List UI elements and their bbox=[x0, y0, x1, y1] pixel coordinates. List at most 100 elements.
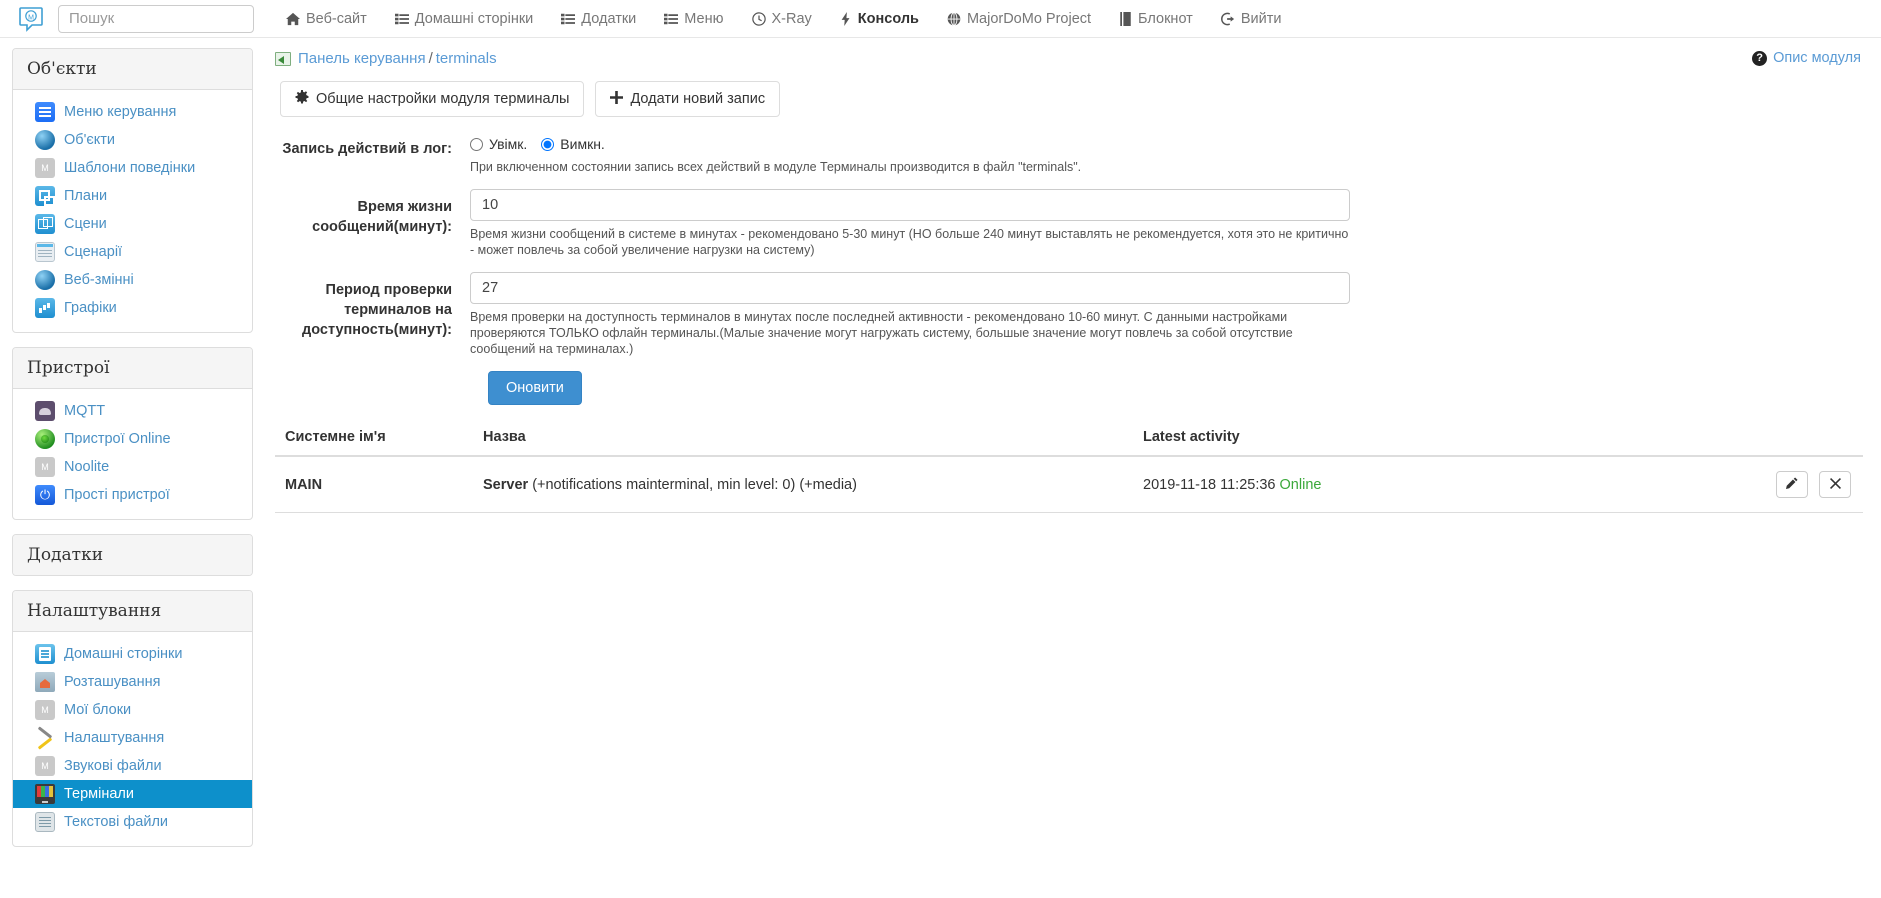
sidebar-panel-title[interactable]: Додатки bbox=[13, 535, 252, 575]
log-radio-on[interactable] bbox=[470, 137, 483, 151]
nav-label: Вийти bbox=[1240, 10, 1282, 27]
bolt-icon bbox=[840, 11, 852, 26]
sidebar-item-label: Пристрої Online bbox=[64, 431, 171, 447]
sidebar-item-plans[interactable]: Плани bbox=[13, 182, 252, 210]
module-description-link[interactable]: ? Опис модуля bbox=[1752, 50, 1861, 66]
sidebar-item-label: Сценарії bbox=[64, 244, 123, 260]
sidebar-panel-title[interactable]: Налаштування bbox=[13, 591, 252, 632]
nav-item-logout[interactable]: Вийти bbox=[1207, 11, 1296, 27]
sidebar-item-devices-online[interactable]: Пристрої Online bbox=[13, 425, 252, 453]
settings-form: Запись действий в лог: Увімк. Вимкн. При… bbox=[275, 131, 1863, 405]
nav-item-apps[interactable]: Додатки bbox=[547, 11, 650, 27]
table-row[interactable]: MAIN Server (+notifications mainterminal… bbox=[275, 456, 1863, 513]
lifetime-help-text: Время жизни сообщений в системе в минута… bbox=[470, 227, 1349, 257]
nav-label: X-Ray bbox=[771, 10, 812, 27]
plus-icon bbox=[610, 90, 624, 108]
module-settings-label: Общие настройки модуля терминалы bbox=[316, 91, 570, 107]
sidebar-panel-title[interactable]: Об'єкти bbox=[13, 49, 252, 90]
edit-row-button[interactable] bbox=[1775, 471, 1808, 498]
toolbar: Общие настройки модуля терминалы Додати … bbox=[280, 81, 1863, 117]
sidebar-item-mqtt[interactable]: MQTT bbox=[13, 397, 252, 425]
sidebar-item-terminals[interactable]: Термінали bbox=[13, 780, 252, 808]
nav-item-home-pages[interactable]: Домашні сторінки bbox=[381, 11, 548, 27]
module-settings-button[interactable]: Общие настройки модуля терминалы bbox=[280, 81, 585, 117]
lifetime-input[interactable] bbox=[470, 189, 1350, 221]
search-input[interactable] bbox=[58, 4, 254, 33]
sidebar-item-my-blocks[interactable]: Мої блоки bbox=[13, 696, 252, 724]
checkperiod-help-text: Время проверки на доступность терминалов… bbox=[470, 310, 1293, 356]
column-header-latest-activity: Latest activity bbox=[1135, 423, 1555, 457]
sidebar-item-label: Веб-змінні bbox=[64, 272, 134, 288]
sidebar-item-text-files[interactable]: Текстові файли bbox=[13, 808, 252, 836]
breadcrumb-separator: / bbox=[428, 50, 433, 67]
nav-item-website[interactable]: Веб-сайт bbox=[272, 11, 381, 27]
nav-item-console[interactable]: Консоль bbox=[826, 11, 933, 27]
add-record-label: Додати новий запис bbox=[630, 91, 766, 107]
sidebar-item-control-menu[interactable]: Меню керування bbox=[13, 98, 252, 126]
nav-item-majordomo-project[interactable]: MajorDoMo Project bbox=[933, 11, 1105, 27]
log-radio-group: Увімк. Вимкн. bbox=[470, 134, 1350, 154]
nav-item-notepad[interactable]: Блокнот bbox=[1105, 11, 1207, 27]
lifetime-label: Время жизни сообщений(минут): bbox=[312, 199, 452, 235]
sidebar-item-label: Мої блоки bbox=[64, 702, 132, 718]
sidebar-item-scenes[interactable]: Сцени bbox=[13, 210, 252, 238]
sidebar-item-label: Налаштування bbox=[64, 730, 165, 746]
latest-activity-timestamp: 2019-11-18 11:25:36 bbox=[1143, 476, 1276, 493]
close-x-icon bbox=[1829, 477, 1841, 492]
sphere-icon bbox=[35, 130, 55, 150]
question-mark-icon: ? bbox=[1752, 50, 1768, 66]
sidebar-item-label: Меню керування bbox=[64, 104, 177, 120]
sidebar-item-web-variables[interactable]: Веб-змінні bbox=[13, 266, 252, 294]
sidebar-panel-objects: Об'єкти Меню керування Об'єкти Шаблони п… bbox=[12, 48, 253, 333]
floorplan-icon bbox=[35, 186, 55, 206]
terminal-title-rest: (+notifications mainterminal, min level:… bbox=[532, 476, 857, 493]
nav-item-xray[interactable]: X-Ray bbox=[738, 11, 826, 27]
column-header-system-name: Системне ім'я bbox=[275, 423, 475, 457]
sidebar-item-scripts[interactable]: Сценарії bbox=[13, 238, 252, 266]
majordomo-logo-icon[interactable]: M bbox=[16, 4, 46, 34]
system-name-value: MAIN bbox=[285, 476, 323, 493]
delete-row-button[interactable] bbox=[1819, 471, 1851, 498]
sidebar-item-locations[interactable]: Розташування bbox=[13, 668, 252, 696]
breadcrumb-root-link[interactable]: Панель керування bbox=[298, 50, 426, 67]
sidebar-item-simple-devices[interactable]: Прості пристрої bbox=[13, 481, 252, 509]
sidebar: Об'єкти Меню керування Об'єкти Шаблони п… bbox=[0, 38, 265, 871]
charts-icon bbox=[35, 298, 55, 318]
checkperiod-input[interactable] bbox=[470, 272, 1350, 304]
sidebar-item-behaviour-templates[interactable]: Шаблони поведінки bbox=[13, 154, 252, 182]
sidebar-item-label: Графіки bbox=[64, 300, 117, 316]
list-icon bbox=[561, 12, 576, 26]
log-radio-on-label[interactable]: Увімк. bbox=[489, 136, 527, 152]
log-radio-off[interactable] bbox=[541, 137, 555, 151]
nav-item-menu[interactable]: Меню bbox=[650, 11, 737, 27]
list-icon bbox=[394, 12, 409, 26]
nav-label: Веб-сайт bbox=[306, 10, 367, 27]
globe-icon bbox=[947, 11, 961, 26]
sidebar-item-settings[interactable]: Налаштування bbox=[13, 724, 252, 752]
nav-label: Домашні сторінки bbox=[414, 10, 534, 27]
main-content: Панель керування / terminals ? Опис модуля… bbox=[265, 38, 1881, 878]
sidebar-item-label: Об'єкти bbox=[64, 132, 115, 148]
breadcrumb-current-link[interactable]: terminals bbox=[436, 50, 497, 67]
logout-icon bbox=[1220, 12, 1235, 26]
log-help-text: При включенном состоянии запись всех дей… bbox=[470, 160, 1082, 174]
sidebar-item-home-pages[interactable]: Домашні сторінки bbox=[13, 640, 252, 668]
online-devices-icon bbox=[35, 429, 55, 449]
sound-files-icon bbox=[35, 756, 55, 776]
text-files-icon bbox=[35, 812, 55, 832]
sidebar-panel-body: MQTT Пристрої Online Noolite Прості прис… bbox=[13, 389, 252, 519]
log-field: Увімк. Вимкн. При включенном состоянии з… bbox=[470, 131, 1350, 175]
sidebar-item-charts[interactable]: Графіки bbox=[13, 294, 252, 322]
cell-latest-activity: 2019-11-18 11:25:36 Online bbox=[1135, 456, 1555, 513]
breadcrumb-back-icon[interactable] bbox=[275, 51, 291, 66]
log-radio-off-label[interactable]: Вимкн. bbox=[560, 136, 605, 152]
sidebar-item-objects[interactable]: Об'єкти bbox=[13, 126, 252, 154]
sidebar-panel-title[interactable]: Пристрої bbox=[13, 348, 252, 389]
sidebar-item-noolite[interactable]: Noolite bbox=[13, 453, 252, 481]
update-button[interactable]: Оновити bbox=[488, 371, 582, 405]
sidebar-panel-devices: Пристрої MQTT Пристрої Online Noolite Пр… bbox=[12, 347, 253, 520]
add-record-button[interactable]: Додати новий запис bbox=[595, 81, 781, 117]
table-body: MAIN Server (+notifications mainterminal… bbox=[275, 456, 1863, 513]
sidebar-item-sound-files[interactable]: Звукові файли bbox=[13, 752, 252, 780]
sidebar-panel-apps: Додатки bbox=[12, 534, 253, 576]
